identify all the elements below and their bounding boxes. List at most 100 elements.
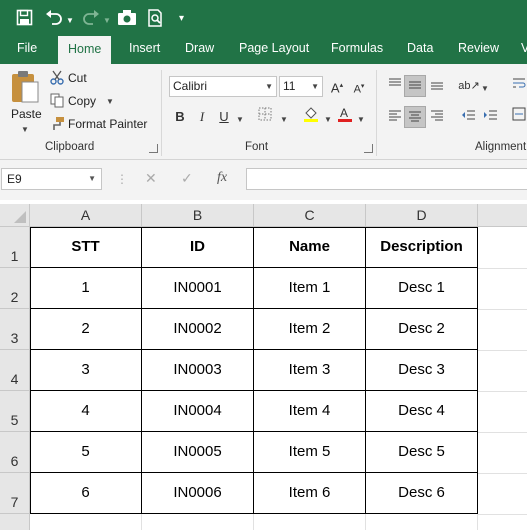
insert-function-icon[interactable]: fx	[217, 170, 227, 186]
table-cell[interactable]: Item 1	[254, 268, 366, 309]
row-header-3[interactable]: 3	[0, 309, 30, 350]
table-cell[interactable]: IN0003	[142, 350, 254, 391]
table-cell[interactable]: 2	[30, 309, 142, 350]
undo-dropdown-icon[interactable]: ▼	[66, 13, 74, 29]
tab-draw[interactable]: Draw	[185, 35, 214, 64]
table-cell[interactable]: IN0001	[142, 268, 254, 309]
undo-icon[interactable]	[45, 9, 63, 29]
copy-dropdown-icon[interactable]: ▼	[106, 97, 114, 106]
table-cell[interactable]: Item 5	[254, 432, 366, 473]
borders-dropdown-icon[interactable]: ▼	[280, 115, 288, 124]
align-center-icon[interactable]	[404, 106, 426, 128]
align-top-icon[interactable]	[384, 75, 406, 97]
table-cell[interactable]: 5	[30, 432, 142, 473]
camera-icon[interactable]	[117, 9, 137, 30]
tab-data[interactable]: Data	[407, 35, 433, 64]
table-header-cell[interactable]: ID	[142, 227, 254, 268]
table-cell[interactable]: IN0002	[142, 309, 254, 350]
table-cell[interactable]: IN0006	[142, 473, 254, 514]
font-family-select[interactable]: Calibri ▼	[169, 76, 277, 97]
table-cell[interactable]: Desc 3	[366, 350, 478, 391]
cut-button[interactable]: Cut	[50, 69, 98, 87]
tab-home[interactable]: Home	[58, 36, 112, 64]
worksheet-grid[interactable]: A B C D 1 2 3 4 5 6 7 STT ID Name Descri…	[0, 204, 527, 530]
clipboard-launcher-icon[interactable]	[149, 144, 158, 153]
table-cell[interactable]: Desc 5	[366, 432, 478, 473]
customize-qat-icon[interactable]: ▾	[179, 11, 184, 27]
table-header-cell[interactable]: STT	[30, 227, 142, 268]
row-header-6[interactable]: 6	[0, 432, 30, 473]
tab-formulas[interactable]: Formulas	[331, 35, 383, 64]
group-divider	[161, 70, 162, 156]
increase-indent-icon[interactable]	[479, 106, 501, 128]
align-right-icon[interactable]	[426, 106, 448, 128]
fill-color-icon[interactable]	[300, 106, 322, 128]
cancel-icon: ✕	[145, 170, 157, 186]
table-cell[interactable]: Desc 1	[366, 268, 478, 309]
font-color-icon[interactable]: A	[334, 106, 356, 128]
increase-font-size-icon[interactable]: A▴	[326, 75, 348, 97]
table-cell[interactable]: Item 6	[254, 473, 366, 514]
row-header-4[interactable]: 4	[0, 350, 30, 391]
align-left-icon[interactable]	[384, 106, 406, 128]
underline-button[interactable]: U	[213, 106, 235, 128]
print-preview-icon[interactable]	[147, 9, 165, 31]
save-icon[interactable]	[16, 9, 33, 30]
table-cell[interactable]: 3	[30, 350, 142, 391]
orientation-dropdown-icon[interactable]: ▼	[481, 84, 489, 93]
paste-button[interactable]: Paste ▼	[6, 70, 44, 136]
wrap-text-icon[interactable]	[508, 75, 527, 97]
font-launcher-icon[interactable]	[364, 144, 373, 153]
align-middle-icon[interactable]	[404, 75, 426, 97]
table-cell[interactable]: 4	[30, 391, 142, 432]
table-cell[interactable]: IN0004	[142, 391, 254, 432]
row-header-5[interactable]: 5	[0, 391, 30, 432]
table-cell[interactable]: Item 4	[254, 391, 366, 432]
format-painter-button[interactable]: Format Painter	[50, 115, 150, 133]
name-box[interactable]: E9 ▼	[1, 168, 102, 190]
bold-button[interactable]: B	[169, 106, 191, 128]
table-cell[interactable]: Desc 2	[366, 309, 478, 350]
tab-review[interactable]: Review	[458, 35, 499, 64]
column-header-c[interactable]: C	[254, 204, 366, 227]
table-cell[interactable]: 6	[30, 473, 142, 514]
table-cell[interactable]: IN0005	[142, 432, 254, 473]
enter-icon: ✓	[181, 170, 193, 186]
fill-color-dropdown-icon[interactable]: ▼	[324, 115, 332, 124]
column-header-d[interactable]: D	[366, 204, 478, 227]
row-header-7[interactable]: 7	[0, 473, 30, 514]
row-header-1[interactable]: 1	[0, 227, 30, 268]
decrease-indent-icon[interactable]	[457, 106, 479, 128]
table-cell[interactable]: Desc 4	[366, 391, 478, 432]
name-box-dropdown-icon[interactable]: ▼	[88, 169, 96, 189]
table-cell[interactable]: Item 3	[254, 350, 366, 391]
table-header-cell[interactable]: Description	[366, 227, 478, 268]
table-cell[interactable]: Desc 6	[366, 473, 478, 514]
formula-input[interactable]	[246, 168, 527, 190]
underline-dropdown-icon[interactable]: ▼	[236, 115, 244, 124]
tab-view[interactable]: V	[521, 35, 527, 64]
tab-insert[interactable]: Insert	[129, 35, 160, 64]
tab-file[interactable]: File	[17, 35, 37, 64]
tab-page-layout[interactable]: Page Layout	[239, 35, 309, 64]
select-all-corner[interactable]	[0, 204, 30, 227]
font-color-dropdown-icon[interactable]: ▼	[357, 115, 365, 124]
column-header-b[interactable]: B	[142, 204, 254, 227]
align-bottom-icon[interactable]	[426, 75, 448, 97]
font-size-select[interactable]: 11 ▼	[279, 76, 323, 97]
merge-center-icon[interactable]	[508, 106, 527, 128]
italic-button[interactable]: I	[191, 106, 213, 128]
table-cell[interactable]: 1	[30, 268, 142, 309]
column-header-a[interactable]: A	[30, 204, 142, 227]
row-header-8[interactable]	[0, 514, 30, 530]
copy-button[interactable]: Copy ▼	[50, 92, 114, 110]
table-cell[interactable]: Item 2	[254, 309, 366, 350]
decrease-font-size-icon[interactable]: A▾	[348, 76, 370, 98]
borders-icon[interactable]	[254, 106, 276, 128]
table-header-cell[interactable]: Name	[254, 227, 366, 268]
orientation-icon[interactable]: ab↗	[458, 75, 480, 97]
column-header-e[interactable]	[478, 204, 527, 227]
formula-bar-resize-handle[interactable]: ⋮	[116, 172, 128, 186]
gridline	[478, 473, 527, 474]
row-header-2[interactable]: 2	[0, 268, 30, 309]
